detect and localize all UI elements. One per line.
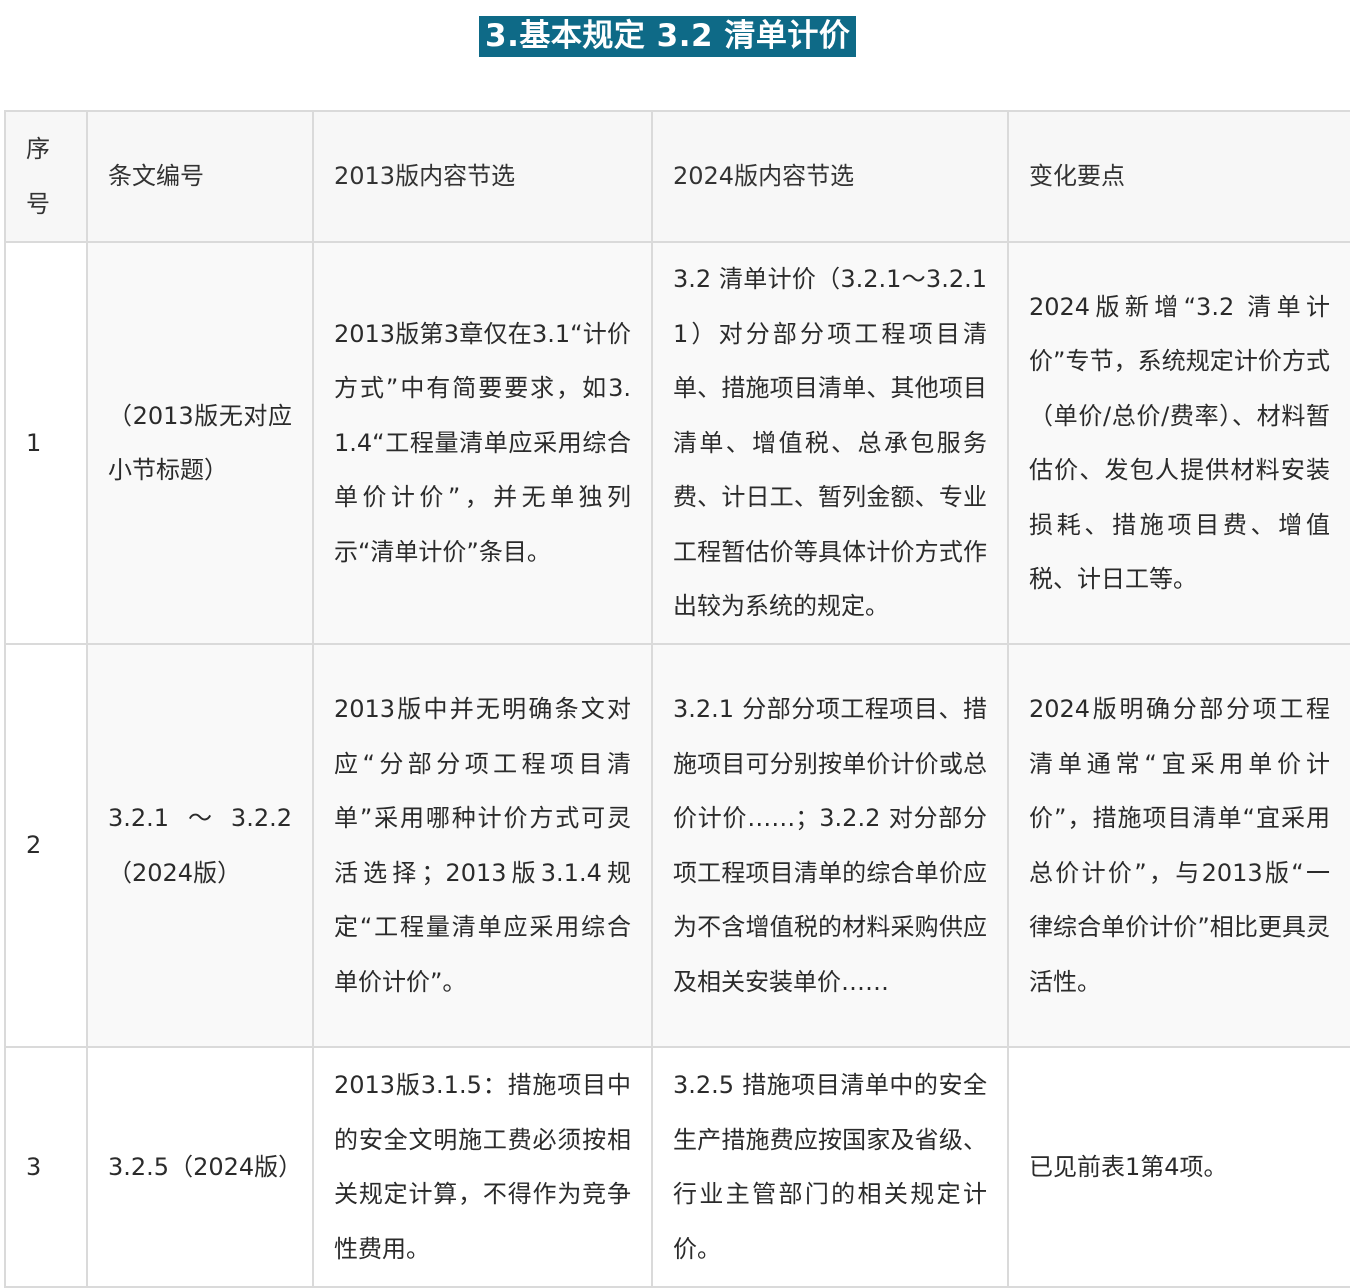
header-no: 序号 (4, 110, 88, 243)
cell-2024: 3.2.5 措施项目清单中的安全生产措施费应按国家及省级、行业主管部门的相关规定… (651, 1046, 1009, 1288)
cell-changes: 2024版新增“3.2 清单计价”专节，系统规定计价方式（单价/总价/费率）、材… (1007, 241, 1350, 645)
cell-2013: 2013版中并无明确条文对应“分部分项工程项目清单”采用哪种计价方式可灵活选择；… (312, 643, 653, 1048)
cell-2024: 3.2 清单计价（3.2.1～3.2.11）对分部分项工程项目清单、措施项目清单… (651, 241, 1009, 645)
header-2013: 2013版内容节选 (312, 110, 653, 243)
cell-clause: 3.2.5（2024版） (86, 1046, 314, 1288)
cell-clause: （2013版无对应小节标题） (86, 241, 314, 645)
table-row: 1 （2013版无对应小节标题） 2013版第3章仅在3.1“计价方式”中有简要… (4, 241, 1350, 645)
cell-no: 2 (4, 643, 88, 1048)
header-changes: 变化要点 (1007, 110, 1350, 243)
header-clause: 条文编号 (86, 110, 314, 243)
comparison-table: 序号 条文编号 2013版内容节选 2024版内容节选 变化要点 1 （2013… (4, 110, 1350, 1288)
cell-2024: 3.2.1 分部分项工程项目、措施项目可分别按单价计价或总价计价……；3.2.2… (651, 643, 1009, 1048)
cell-clause: 3.2.1～3.2.2（2024版） (86, 643, 314, 1048)
cell-no: 1 (4, 241, 88, 645)
table-header-row: 序号 条文编号 2013版内容节选 2024版内容节选 变化要点 (4, 110, 1350, 243)
table-row: 3 3.2.5（2024版） 2013版3.1.5：措施项目中的安全文明施工费必… (4, 1046, 1350, 1288)
header-2024: 2024版内容节选 (651, 110, 1009, 243)
cell-changes: 已见前表1第4项。 (1007, 1046, 1350, 1288)
table-row: 2 3.2.1～3.2.2（2024版） 2013版中并无明确条文对应“分部分项… (4, 643, 1350, 1048)
cell-2013: 2013版第3章仅在3.1“计价方式”中有简要要求，如3.1.4“工程量清单应采… (312, 241, 653, 645)
cell-changes: 2024版明确分部分项工程清单通常“宜采用单价计价”，措施项目清单“宜采用总价计… (1007, 643, 1350, 1048)
title-area: 3.基本规定 3.2 清单计价 (0, 0, 1350, 110)
cell-2013: 2013版3.1.5：措施项目中的安全文明施工费必须按相关规定计算，不得作为竞争… (312, 1046, 653, 1288)
cell-no: 3 (4, 1046, 88, 1288)
page-title: 3.基本规定 3.2 清单计价 (479, 16, 857, 57)
